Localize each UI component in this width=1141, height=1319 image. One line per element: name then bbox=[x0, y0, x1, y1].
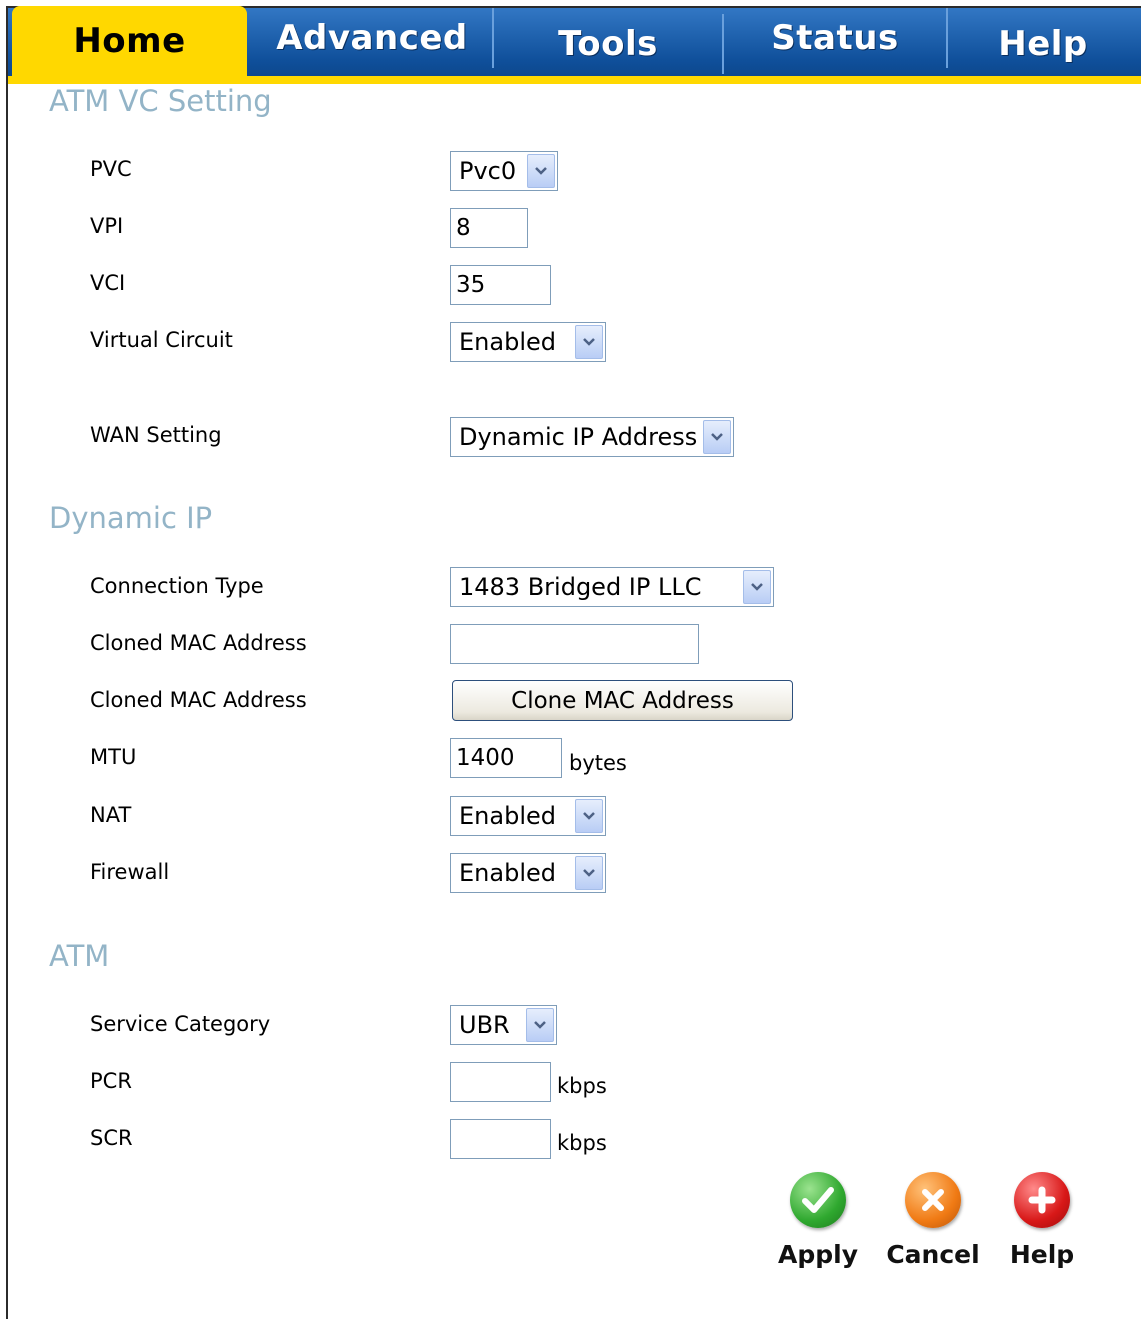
pvc-select[interactable]: Pvc0 bbox=[450, 151, 558, 191]
tab-tools[interactable]: Tools bbox=[494, 14, 724, 74]
nat-select[interactable]: Enabled bbox=[450, 796, 606, 836]
vci-label: VCI bbox=[90, 271, 126, 295]
pcr-unit: kbps bbox=[557, 1074, 607, 1098]
service-category-select-value: UBR bbox=[459, 1011, 510, 1039]
scr-input[interactable] bbox=[450, 1119, 551, 1159]
pvc-select-value: Pvc0 bbox=[459, 157, 517, 185]
mtu-label: MTU bbox=[90, 745, 137, 769]
scr-unit: kbps bbox=[557, 1131, 607, 1155]
nat-label: NAT bbox=[90, 803, 132, 827]
cancel-button[interactable]: Cancel bbox=[883, 1172, 983, 1282]
tab-status[interactable]: Status bbox=[724, 8, 948, 68]
connection-type-select[interactable]: 1483 Bridged IP LLC bbox=[450, 567, 774, 607]
wan-setting-select-value: Dynamic IP Address bbox=[459, 423, 698, 451]
cancel-label[interactable]: Cancel bbox=[886, 1240, 979, 1269]
tab-help[interactable]: Help bbox=[948, 14, 1138, 74]
virtual-circuit-select-value: Enabled bbox=[459, 328, 556, 356]
tab-bar-underline bbox=[8, 76, 1141, 84]
firewall-select-value: Enabled bbox=[459, 859, 556, 887]
nat-select-value: Enabled bbox=[459, 802, 556, 830]
pvc-label: PVC bbox=[90, 157, 132, 181]
help-button[interactable]: Help bbox=[992, 1172, 1092, 1282]
connection-type-select-value: 1483 Bridged IP LLC bbox=[459, 573, 702, 601]
connection-type-label: Connection Type bbox=[90, 574, 264, 598]
firewall-label: Firewall bbox=[90, 860, 170, 884]
vpi-label: VPI bbox=[90, 214, 124, 238]
apply-button[interactable]: Apply bbox=[768, 1172, 868, 1282]
scr-label: SCR bbox=[90, 1126, 133, 1150]
chevron-down-icon[interactable] bbox=[526, 1008, 554, 1042]
section-title-atm-vc: ATM VC Setting bbox=[49, 84, 272, 118]
pcr-label: PCR bbox=[90, 1069, 132, 1093]
section-title-dynamic-ip: Dynamic IP bbox=[49, 501, 213, 535]
mtu-unit: bytes bbox=[569, 751, 627, 775]
wan-setting-label: WAN Setting bbox=[90, 423, 222, 447]
chevron-down-icon[interactable] bbox=[703, 420, 731, 454]
section-title-atm: ATM bbox=[49, 939, 110, 973]
checkmark-icon[interactable] bbox=[790, 1172, 846, 1228]
vci-input[interactable]: 35 bbox=[450, 265, 551, 305]
clone-mac-address-button[interactable]: Clone MAC Address bbox=[452, 680, 793, 721]
chevron-down-icon[interactable] bbox=[575, 325, 603, 359]
chevron-down-icon[interactable] bbox=[575, 856, 603, 890]
firewall-select[interactable]: Enabled bbox=[450, 853, 606, 893]
tab-home[interactable]: Home bbox=[12, 6, 247, 76]
x-icon[interactable] bbox=[905, 1172, 961, 1228]
wan-setting-select[interactable]: Dynamic IP Address bbox=[450, 417, 734, 457]
help-label[interactable]: Help bbox=[1010, 1240, 1074, 1269]
tab-advanced[interactable]: Advanced bbox=[252, 8, 494, 68]
virtual-circuit-label: Virtual Circuit bbox=[90, 328, 233, 352]
vpi-input[interactable]: 8 bbox=[450, 208, 528, 248]
service-category-select[interactable]: UBR bbox=[450, 1005, 557, 1045]
service-category-label: Service Category bbox=[90, 1012, 271, 1036]
chevron-down-icon[interactable] bbox=[743, 570, 771, 604]
mtu-input[interactable]: 1400 bbox=[450, 738, 562, 778]
cloned-mac-input[interactable] bbox=[450, 624, 699, 664]
virtual-circuit-select[interactable]: Enabled bbox=[450, 322, 606, 362]
clone-mac-row-label: Cloned MAC Address bbox=[90, 688, 307, 712]
pcr-input[interactable] bbox=[450, 1062, 551, 1102]
chevron-down-icon[interactable] bbox=[575, 799, 603, 833]
plus-icon[interactable] bbox=[1014, 1172, 1070, 1228]
chevron-down-icon[interactable] bbox=[527, 154, 555, 188]
apply-label[interactable]: Apply bbox=[778, 1240, 858, 1269]
cloned-mac-label: Cloned MAC Address bbox=[90, 631, 307, 655]
